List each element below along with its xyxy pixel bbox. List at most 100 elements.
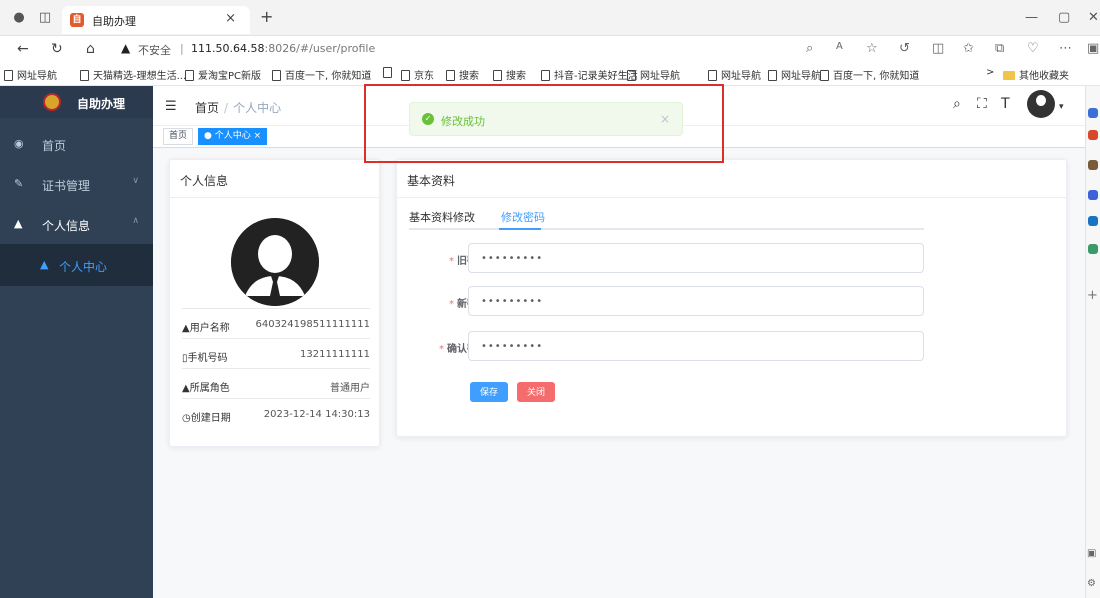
bookmark-item[interactable]: 抖音-记录美好生活	[541, 67, 638, 82]
site-favicon-icon: 自	[70, 13, 84, 27]
sidebar-item-personal[interactable]: ▲ 个人信息 ∧	[0, 204, 153, 244]
old-password-field[interactable]	[468, 243, 924, 273]
tab-change-password[interactable]: 修改密码	[501, 209, 545, 225]
info-label-text: 用户名称	[189, 323, 230, 334]
bookmarks-overflow-icon[interactable]: >	[986, 67, 994, 78]
bookmark-item[interactable]: 京东	[401, 67, 434, 82]
bookmark-item[interactable]	[383, 67, 396, 79]
refresh-extension-icon[interactable]: ↺	[899, 41, 910, 56]
sidebar-item-label: 首页	[42, 139, 67, 153]
favorites-icon[interactable]: ✩	[963, 41, 974, 56]
close-window-icon[interactable]: ✕	[1088, 10, 1099, 25]
info-value: 640324198511111111	[255, 319, 370, 330]
insecure-label[interactable]: 不安全	[138, 42, 171, 58]
minimize-icon[interactable]: —	[1025, 10, 1038, 25]
collections-icon[interactable]: ⧉	[995, 41, 1004, 56]
profile-card: 个人信息 ▲用户名称 640324198511111111 ▯手机号码 1321…	[169, 159, 380, 447]
bookmark-label: 爱淘宝PC新版	[198, 71, 262, 82]
back-icon[interactable]: ←	[17, 41, 29, 57]
address-input[interactable]: 111.50.64.58:8026/#/user/profile	[191, 42, 375, 55]
bookmark-label: 天猫精选-理想生活...	[93, 71, 187, 82]
bookmark-item[interactable]: 搜索	[446, 67, 479, 82]
info-value: 13211111111	[300, 349, 370, 360]
bookmark-item[interactable]: 百度一下, 你就知道	[820, 67, 919, 82]
app-sidebar: 自助办理 ◉ 首页 ✎ 证书管理 ∨ ▲ 个人信息 ∧ ▲ 个人中心	[0, 86, 153, 598]
tab-close-icon[interactable]: ×	[225, 11, 236, 26]
sidebar-item-user-center[interactable]: ▲ 个人中心	[0, 244, 153, 286]
new-password-field[interactable]	[468, 286, 924, 316]
url-host: 111.50.64.58	[191, 42, 265, 55]
confirm-password-field[interactable]	[468, 331, 924, 361]
info-label: ▲用户名称	[182, 323, 230, 334]
favorite-star-icon[interactable]: ☆	[866, 41, 878, 56]
chevron-down-icon: ∨	[132, 176, 139, 186]
screenshot-icon[interactable]: ▣	[1087, 548, 1096, 559]
games-icon[interactable]	[1088, 190, 1098, 200]
tab-basic-info[interactable]: 基本资料修改	[409, 209, 475, 225]
other-bookmarks[interactable]: 其他收藏夹	[1003, 67, 1069, 82]
new-tab-icon[interactable]: +	[260, 7, 273, 26]
info-label: ▯手机号码	[182, 353, 228, 364]
info-label-text: 所属角色	[189, 383, 230, 394]
highlight-box	[364, 84, 724, 163]
search-page-icon[interactable]: ⌕	[806, 41, 813, 56]
browser-tab[interactable]: 自 自助办理 ×	[62, 6, 250, 34]
profile-card-title: 个人信息	[170, 160, 379, 198]
breadcrumb-current: 个人中心	[233, 101, 282, 115]
bookmark-item[interactable]: 网址导航	[768, 67, 821, 82]
breadcrumb-home[interactable]: 首页	[195, 101, 219, 115]
basic-card-title: 基本资料	[397, 160, 1066, 198]
home-icon[interactable]: ⌂	[86, 41, 95, 57]
caret-down-icon[interactable]: ▾	[1059, 102, 1064, 112]
page-icon	[493, 70, 502, 81]
profile-icon[interactable]: ●	[10, 9, 28, 27]
bookmark-item[interactable]: 爱淘宝PC新版	[185, 67, 261, 82]
outlook-icon[interactable]	[1088, 216, 1098, 226]
menu-toggle-icon[interactable]: ☰	[165, 99, 177, 114]
search-icon[interactable]: ⌕	[953, 96, 961, 112]
warning-icon[interactable]: ▲	[121, 41, 130, 55]
tab-title: 自助办理	[92, 15, 136, 28]
search-icon[interactable]	[1088, 108, 1098, 118]
avatar[interactable]	[1027, 90, 1055, 118]
dashboard-icon: ◉	[14, 137, 24, 150]
tab-active-indicator	[499, 228, 541, 230]
bookmark-item[interactable]: 网址导航	[4, 67, 57, 82]
sidebar-item-home[interactable]: ◉ 首页	[0, 124, 153, 164]
other-bookmarks-label: 其他收藏夹	[1019, 71, 1069, 82]
bookmark-item[interactable]: 网址导航	[627, 67, 680, 82]
url-path: :8026/#/user/profile	[264, 42, 376, 55]
bookmark-item[interactable]: 网址导航	[708, 67, 761, 82]
bookmark-item[interactable]: 搜索	[493, 67, 526, 82]
tag-user-center[interactable]: ● 个人中心 ×	[198, 128, 268, 145]
sidebar-item-label: 个人中心	[59, 260, 108, 274]
font-size-icon[interactable]: T	[1001, 96, 1010, 112]
add-icon[interactable]: +	[1087, 288, 1098, 303]
confirm-password-row: * 确认密码	[397, 331, 937, 361]
settings-icon[interactable]: ⚙	[1087, 578, 1096, 589]
sidebar-item-certificate[interactable]: ✎ 证书管理 ∨	[0, 164, 153, 204]
read-aloud-icon[interactable]: A	[836, 41, 843, 52]
page-icon	[768, 70, 777, 81]
drop-icon[interactable]	[1088, 244, 1098, 254]
more-icon[interactable]: ⋯	[1059, 41, 1072, 56]
info-label: ◷创建日期	[182, 413, 231, 424]
workspaces-icon[interactable]: ◫	[36, 9, 54, 27]
tools-icon[interactable]	[1088, 160, 1098, 170]
extensions-icon[interactable]: ♡	[1027, 41, 1039, 56]
tag-home[interactable]: 首页	[163, 128, 194, 145]
shopping-icon[interactable]	[1088, 130, 1098, 140]
restore-icon[interactable]: ▢	[1058, 10, 1070, 25]
bookmark-label: 搜索	[506, 71, 526, 82]
bookmark-item[interactable]: 百度一下, 你就知道	[272, 67, 371, 82]
close-button[interactable]: 关闭	[517, 382, 556, 402]
split-screen-icon[interactable]: ◫	[932, 41, 944, 56]
bookmark-item[interactable]: 天猫精选-理想生活...	[80, 67, 186, 82]
chevron-up-icon: ∧	[132, 216, 139, 226]
user-card-icon: ▲	[40, 258, 49, 271]
save-button[interactable]: 保存	[470, 382, 509, 402]
user-avatar-icon	[231, 218, 319, 306]
sidebar-toggle-icon[interactable]: ▣	[1087, 41, 1099, 56]
fullscreen-icon[interactable]: ⛶	[977, 96, 987, 112]
refresh-icon[interactable]: ↻	[51, 41, 63, 57]
